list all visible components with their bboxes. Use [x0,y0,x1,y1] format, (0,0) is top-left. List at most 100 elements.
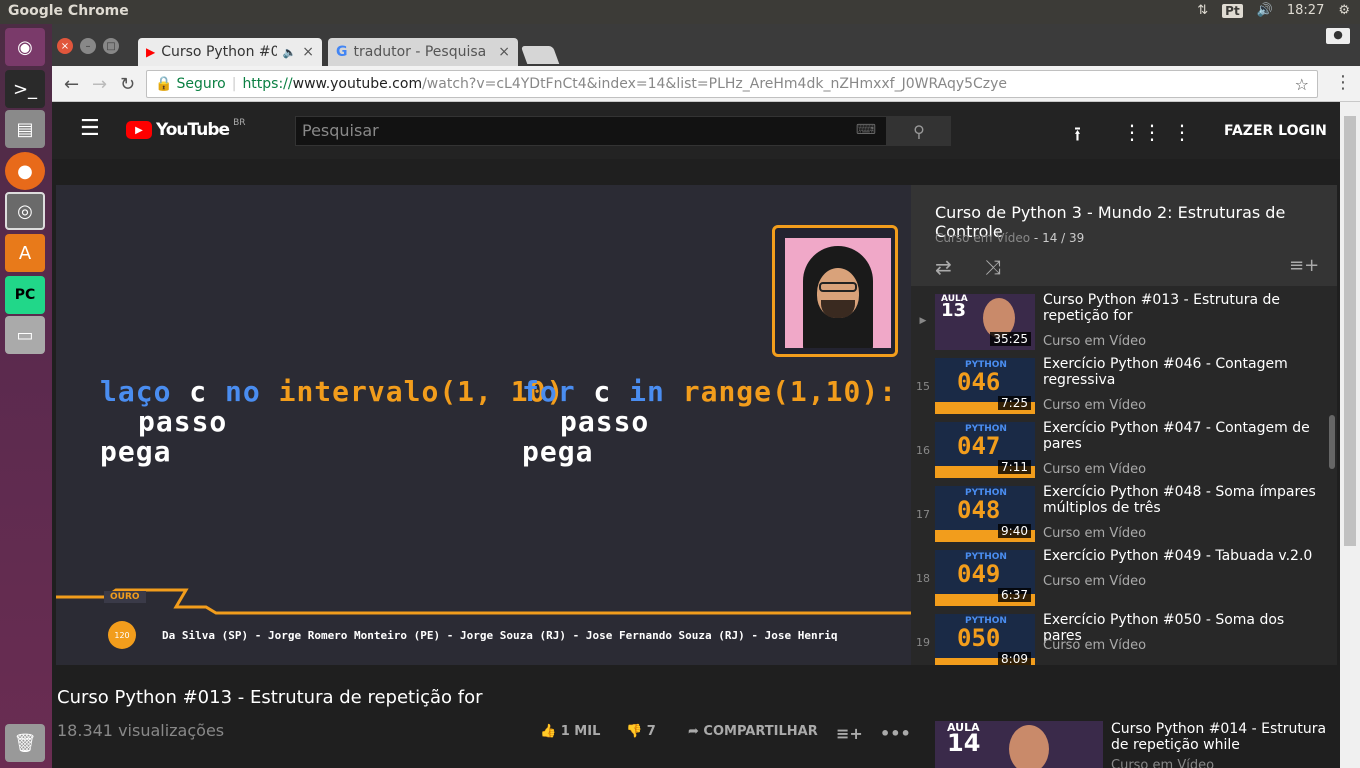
files-icon[interactable]: ▤ [5,110,45,148]
playlist-item-title: Exercício Python #046 - Contagem regress… [1043,356,1288,388]
share-button[interactable]: ➦ COMPARTILHAR [688,724,818,739]
more-options-icon[interactable]: ⋮ [1172,120,1192,144]
software-center-icon[interactable]: A [5,234,45,272]
firefox-icon[interactable]: ● [5,152,45,190]
network-arrows-icon[interactable]: ⇅ [1197,3,1208,18]
keyboard-icon[interactable]: ⌨ [856,122,876,138]
ticker-frame [56,588,911,615]
minimize-window-icon[interactable]: – [80,38,96,54]
code-left-line1: laço c no intervalo(1, 10) [100,375,565,408]
playlist-item[interactable]: 15 PYTHON 046 7:25 Exercício Python #046 … [911,354,1337,418]
youtube-play-icon: ▶ [126,121,152,139]
keyboard-language[interactable]: Pt [1222,3,1243,18]
code-left-line2: passo [138,405,228,438]
playlist-item-channel: Curso em Vídeo [1043,398,1147,413]
playlist-scrollbar[interactable] [1329,415,1335,469]
code-left-line3: pega [100,435,172,468]
playlist-item-index: 19 [916,636,930,649]
playlist-channel[interactable]: Curso em Vídeo [935,231,1030,245]
playlist-item[interactable]: 17 PYTHON 048 9:40 Exercício Python #048 … [911,482,1337,546]
chrome-icon[interactable]: ◎ [5,192,45,230]
playlist-position: - 14 / 39 [1030,231,1085,245]
bookmark-star-icon[interactable]: ☆ [1295,75,1309,94]
playlist-item-channel: Curso em Vídeo [1043,526,1147,541]
playlist-item-index: ▶ [919,316,927,326]
upload-icon[interactable]: ⭱ [1074,120,1081,154]
video-player[interactable]: laço c no intervalo(1, 10) passo pega fo… [56,185,911,665]
presenter-frame [772,225,898,357]
url-path: /watch?v=cL4YDtFnCt4&index=14&list=PLHz_… [422,76,1008,92]
duration-badge: 8:09 [998,652,1031,665]
ubuntu-dash-icon[interactable]: ◉ [5,28,45,66]
lock-icon[interactable]: 🔒 [155,76,172,92]
page-scrollbar[interactable] [1340,102,1360,768]
page-scrollbar-thumb[interactable] [1344,116,1356,546]
playlist-item-channel: Curso em Vídeo [1043,574,1147,589]
pycharm-icon[interactable]: PC [5,276,45,314]
youtube-favicon-icon: ▶ [146,45,156,59]
thumbs-down-icon: 👎 [626,724,647,739]
profile-icon[interactable]: ● [1326,28,1350,44]
system-tray: ⇅ Pt 🔊 18:27 ⚙ [1197,3,1350,18]
next-video-title[interactable]: Curso Python #014 - Estrutura de repetiç… [1111,721,1331,753]
drive-icon[interactable]: ▭ [5,316,45,354]
dislike-button[interactable]: 👎 7 [626,724,656,739]
hamburger-menu-icon[interactable]: ☰ [80,116,100,141]
search-icon: ⚲ [913,121,925,141]
forward-arrow-icon[interactable]: → [92,74,107,95]
like-button[interactable]: 👍 1 MIL [540,724,600,739]
playlist-item-title: Exercício Python #049 - Tabuada v.2.0 [1043,548,1313,564]
youtube-logo[interactable]: ▶ YouTube BR [126,118,246,140]
app-title: Google Chrome [8,3,129,19]
apps-grid-icon[interactable]: ⋮⋮ [1122,120,1162,144]
maximize-window-icon[interactable]: □ [103,38,119,54]
more-actions-icon[interactable]: ••• [880,724,911,743]
next-video-thumbnail[interactable]: AULA 14 [935,721,1103,768]
trash-icon[interactable]: 🗑 [5,724,45,762]
youtube-logo-text: YouTube [156,120,230,140]
back-arrow-icon[interactable]: ← [64,74,79,95]
share-arrow-icon: ➦ [688,724,704,739]
address-bar[interactable]: 🔒 Seguro | https:// www.youtube.com /wat… [146,70,1318,98]
tab-close-icon[interactable]: × [498,44,510,60]
youtube-page: ☰ ▶ YouTube BR Pesquisar ⌨ ⚲ ⭱ ⋮⋮ ⋮ FAZE… [52,102,1340,768]
video-title: Curso Python #013 - Estrutura de repetiç… [57,687,483,708]
search-button[interactable]: ⚲ [887,116,951,146]
shuffle-icon[interactable]: ⤨ [985,255,1001,279]
code-right-line1: for c in range(1,10): [522,375,898,408]
url-host: www.youtube.com [292,76,423,92]
playlist-thumbnail: AULA 13 35:25 [935,294,1035,350]
playlist-item-title: Exercício Python #047 - Contagem de pare… [1043,420,1310,452]
loop-icon[interactable]: ⇄ [935,255,952,279]
search-input[interactable]: Pesquisar ⌨ [295,116,887,146]
youtube-header: ☰ ▶ YouTube BR Pesquisar ⌨ ⚲ ⭱ ⋮⋮ ⋮ FAZE… [52,102,1340,159]
volume-icon[interactable]: 🔊 [1257,3,1273,18]
clock[interactable]: 18:27 [1287,3,1324,18]
presenter-avatar [785,238,891,348]
next-video-channel: Curso em Vídeo [1111,758,1215,768]
save-playlist-icon[interactable]: ≡+ [1289,255,1319,276]
reload-icon[interactable]: ↻ [120,74,135,95]
tab-translator[interactable]: G tradutor - Pesquisa × [328,38,518,66]
supporters-ticker: OURO 120 Da Silva (SP) - Jorge Romero Mo… [56,585,911,665]
chrome-menu-icon[interactable]: ⋮ [1334,72,1352,93]
system-top-bar: Google Chrome ⇅ Pt 🔊 18:27 ⚙ [0,0,1360,24]
playlist-item[interactable]: 18 PYTHON 049 6:37 Exercício Python #049 … [911,546,1337,610]
tab-youtube[interactable]: ▶ Curso Python #0 🔈 × [138,38,322,66]
playlist-thumbnail: PYTHON 049 6:37 [935,550,1035,606]
tab-close-icon[interactable]: × [302,44,314,60]
browser-toolbar: ← → ↻ 🔒 Seguro | https:// www.youtube.co… [52,66,1360,102]
thumbs-up-icon: 👍 [540,724,561,739]
playlist-item[interactable]: 19 PYTHON 050 8:09 Exercício Python #050 … [911,610,1337,665]
login-button[interactable]: FAZER LOGIN [1224,123,1327,139]
close-window-icon[interactable]: × [57,38,73,54]
settings-gear-icon[interactable]: ⚙ [1338,3,1350,18]
new-tab-button[interactable] [520,46,560,64]
terminal-icon[interactable]: >_ [5,70,45,108]
code-right-line3: pega [522,435,594,468]
playlist-item[interactable]: 16 PYTHON 047 7:11 Exercício Python #047 … [911,418,1337,482]
playlist-item[interactable]: ▶ AULA 13 35:25 Curso Python #013 - Estr… [911,290,1337,354]
omnibox-separator: | [231,76,237,92]
url-scheme: https:// [242,76,293,92]
add-to-playlist-icon[interactable]: ≡+ [836,724,863,743]
